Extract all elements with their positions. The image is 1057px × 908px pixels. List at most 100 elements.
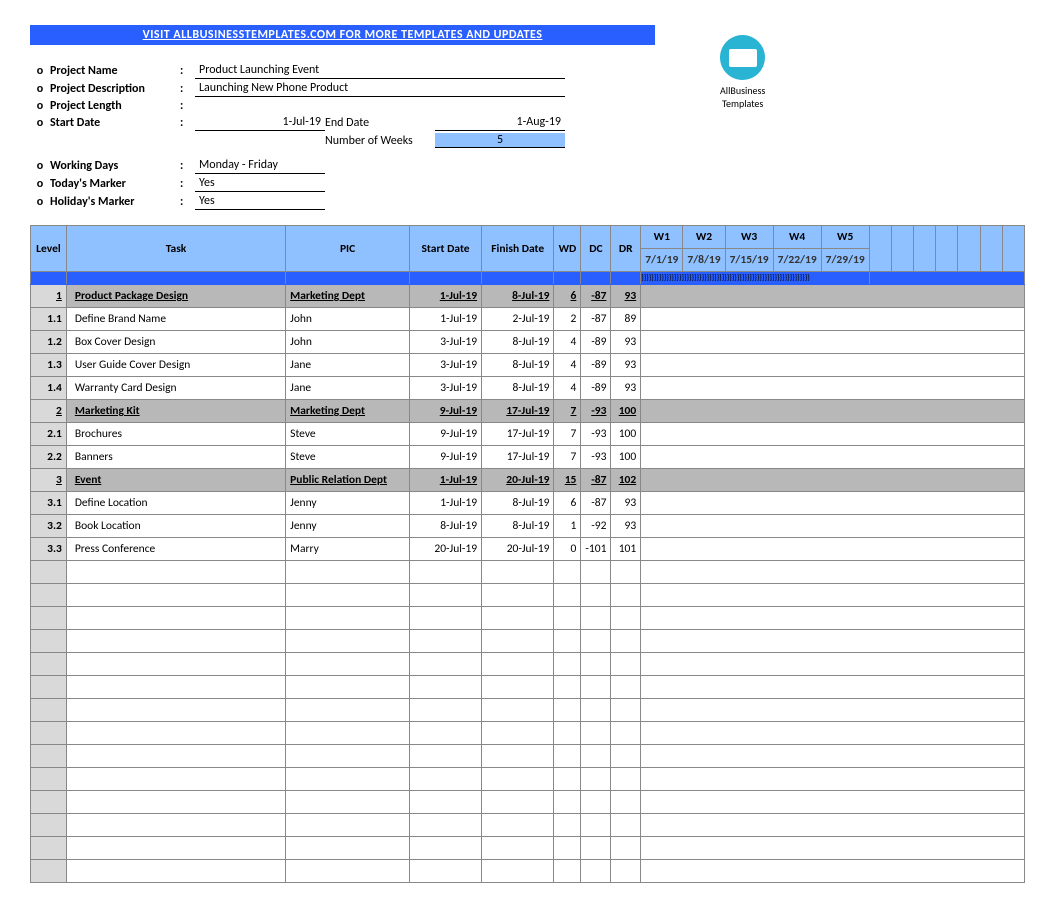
cell-wd[interactable]: 2	[554, 308, 581, 331]
cell-level[interactable]: 3.1	[31, 492, 67, 515]
cell-pic[interactable]: John	[286, 331, 410, 354]
col-dr[interactable]: DR	[611, 226, 641, 272]
cell-finish[interactable]: 8-Jul-19	[482, 377, 554, 400]
table-row-empty[interactable]	[31, 860, 1025, 883]
table-row-empty[interactable]	[31, 653, 1025, 676]
cell-level[interactable]: 1	[31, 285, 67, 308]
cell-dr[interactable]: 101	[611, 538, 641, 561]
cell-dr[interactable]: 102	[611, 469, 641, 492]
cell-dc[interactable]: -89	[581, 377, 611, 400]
cell-wd[interactable]: 7	[554, 446, 581, 469]
cell-dc[interactable]: -93	[581, 400, 611, 423]
cell-level[interactable]: 2.1	[31, 423, 67, 446]
cell-dr[interactable]: 100	[611, 446, 641, 469]
cell-dc[interactable]: -92	[581, 515, 611, 538]
cell-finish[interactable]: 20-Jul-19	[482, 469, 554, 492]
col-start[interactable]: Start Date	[410, 226, 482, 272]
col-w4[interactable]: W4	[773, 226, 821, 249]
value-working-days[interactable]: Monday - Friday	[195, 158, 325, 174]
cell-pic[interactable]: Marry	[286, 538, 410, 561]
cell-finish[interactable]: 8-Jul-19	[482, 492, 554, 515]
cell-wd[interactable]: 7	[554, 423, 581, 446]
value-holidays-marker[interactable]: Yes	[195, 194, 325, 210]
cell-pic[interactable]: Marketing Dept	[286, 285, 410, 308]
cell-level[interactable]: 2	[31, 400, 67, 423]
cell-dc[interactable]: -101	[581, 538, 611, 561]
cell-dc[interactable]: -87	[581, 285, 611, 308]
table-row[interactable]: 1Product Package DesignMarketing Dept1-J…	[31, 285, 1025, 308]
col-wd[interactable]: WD	[554, 226, 581, 272]
cell-dr[interactable]: 93	[611, 515, 641, 538]
value-num-weeks[interactable]: 5	[435, 133, 565, 148]
cell-dc[interactable]: -93	[581, 446, 611, 469]
cell-pic[interactable]: Marketing Dept	[286, 400, 410, 423]
table-row-empty[interactable]	[31, 630, 1025, 653]
cell-pic[interactable]: Jenny	[286, 515, 410, 538]
table-row[interactable]: 3.2Book LocationJenny8-Jul-198-Jul-191-9…	[31, 515, 1025, 538]
table-row-empty[interactable]	[31, 607, 1025, 630]
cell-task[interactable]: Product Package Design	[66, 285, 285, 308]
cell-wd[interactable]: 6	[554, 285, 581, 308]
table-row[interactable]: 2Marketing KitMarketing Dept9-Jul-1917-J…	[31, 400, 1025, 423]
cell-task[interactable]: Define Brand Name	[66, 308, 285, 331]
cell-task[interactable]: Box Cover Design	[66, 331, 285, 354]
cell-dr[interactable]: 89	[611, 308, 641, 331]
table-row[interactable]: 3.1Define LocationJenny1-Jul-198-Jul-196…	[31, 492, 1025, 515]
table-row[interactable]: 1.4Warranty Card DesignJane3-Jul-198-Jul…	[31, 377, 1025, 400]
cell-level[interactable]: 3.2	[31, 515, 67, 538]
cell-task[interactable]: Define Location	[66, 492, 285, 515]
cell-dr[interactable]: 93	[611, 492, 641, 515]
cell-dr[interactable]: 100	[611, 423, 641, 446]
cell-pic[interactable]: Steve	[286, 446, 410, 469]
table-row[interactable]: 1.3User Guide Cover DesignJane3-Jul-198-…	[31, 354, 1025, 377]
cell-level[interactable]: 1.4	[31, 377, 67, 400]
cell-level[interactable]: 2.2	[31, 446, 67, 469]
cell-task[interactable]: Banners	[66, 446, 285, 469]
cell-dr[interactable]: 93	[611, 354, 641, 377]
table-row-empty[interactable]	[31, 768, 1025, 791]
cell-dr[interactable]: 93	[611, 331, 641, 354]
cell-pic[interactable]: John	[286, 308, 410, 331]
cell-task[interactable]: User Guide Cover Design	[66, 354, 285, 377]
cell-start[interactable]: 9-Jul-19	[410, 400, 482, 423]
cell-dr[interactable]: 93	[611, 285, 641, 308]
cell-task[interactable]: Brochures	[66, 423, 285, 446]
cell-wd[interactable]: 0	[554, 538, 581, 561]
cell-start[interactable]: 9-Jul-19	[410, 446, 482, 469]
table-row-empty[interactable]	[31, 722, 1025, 745]
col-pic[interactable]: PIC	[286, 226, 410, 272]
col-finish[interactable]: Finish Date	[482, 226, 554, 272]
cell-start[interactable]: 1-Jul-19	[410, 469, 482, 492]
col-w2[interactable]: W2	[683, 226, 725, 249]
cell-finish[interactable]: 8-Jul-19	[482, 331, 554, 354]
table-row-empty[interactable]	[31, 699, 1025, 722]
cell-pic[interactable]: Steve	[286, 423, 410, 446]
table-row-empty[interactable]	[31, 676, 1025, 699]
cell-pic[interactable]: Jane	[286, 354, 410, 377]
cell-task[interactable]: Press Conference	[66, 538, 285, 561]
cell-dr[interactable]: 93	[611, 377, 641, 400]
cell-wd[interactable]: 1	[554, 515, 581, 538]
table-row-empty[interactable]	[31, 561, 1025, 584]
cell-finish[interactable]: 8-Jul-19	[482, 285, 554, 308]
col-w3[interactable]: W3	[725, 226, 773, 249]
table-row-empty[interactable]	[31, 837, 1025, 860]
table-row-empty[interactable]	[31, 791, 1025, 814]
cell-level[interactable]: 3.3	[31, 538, 67, 561]
cell-start[interactable]: 3-Jul-19	[410, 377, 482, 400]
cell-level[interactable]: 1.2	[31, 331, 67, 354]
cell-start[interactable]: 1-Jul-19	[410, 308, 482, 331]
value-project-name[interactable]: Product Launching Event	[195, 63, 565, 79]
cell-finish[interactable]: 8-Jul-19	[482, 354, 554, 377]
table-row[interactable]: 3.3Press ConferenceMarry20-Jul-1920-Jul-…	[31, 538, 1025, 561]
cell-start[interactable]: 9-Jul-19	[410, 423, 482, 446]
cell-wd[interactable]: 4	[554, 354, 581, 377]
col-w5[interactable]: W5	[821, 226, 869, 249]
cell-task[interactable]: Warranty Card Design	[66, 377, 285, 400]
cell-finish[interactable]: 8-Jul-19	[482, 515, 554, 538]
col-w1[interactable]: W1	[641, 226, 683, 249]
value-project-desc[interactable]: Launching New Phone Product	[195, 81, 565, 97]
value-start-date[interactable]: 1-Jul-19	[195, 115, 325, 131]
cell-dc[interactable]: -89	[581, 354, 611, 377]
cell-dc[interactable]: -87	[581, 308, 611, 331]
